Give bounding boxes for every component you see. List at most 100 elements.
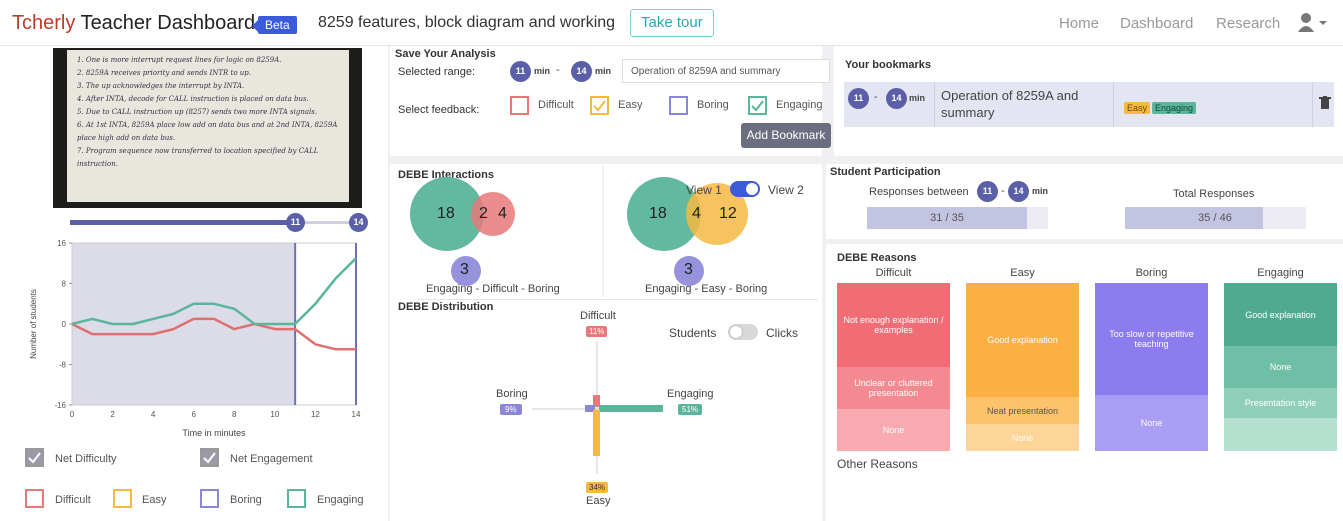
- nav-dashboard[interactable]: Dashboard: [1120, 15, 1193, 32]
- course-title: 8259 features, block diagram and working: [318, 14, 616, 31]
- view-toggle-knob: [746, 183, 758, 195]
- participation-dash: -: [1001, 185, 1005, 197]
- note-line: 1. One is more interrupt request lines f…: [77, 56, 282, 64]
- reasons-easy-header: Easy: [1010, 267, 1035, 279]
- reasons-panel: DEBE Reasons Difficult Easy Boring Engag…: [826, 244, 1343, 521]
- boring-axis-label: Boring: [496, 388, 528, 400]
- engaging-axis-label: Engaging: [667, 388, 714, 400]
- reason-cell: Too slow or repetitive teaching: [1095, 283, 1208, 395]
- note-line: 2. 8259A receives priority and sends INT…: [77, 69, 252, 77]
- reason-cell: None: [1095, 395, 1208, 451]
- feedback-engaging-label: Engaging: [776, 99, 823, 111]
- reason-cell: None: [966, 424, 1079, 451]
- total-progress-track: 35 / 46: [1125, 207, 1306, 229]
- reasons-difficult-column: Not enough explanation / examples Unclea…: [837, 283, 950, 451]
- take-tour-button[interactable]: Take tour: [630, 9, 714, 37]
- range-start-badge: 11: [510, 61, 531, 82]
- range-dash: -: [556, 64, 560, 76]
- lecture-video[interactable]: 1. One is more interrupt request lines f…: [53, 48, 362, 208]
- feedback-difficult-label: Difficult: [538, 99, 574, 111]
- difficult-checkbox[interactable]: [25, 489, 44, 508]
- slider-end-handle[interactable]: 14: [349, 213, 368, 232]
- note-line: 7. Program sequence now transferred to l…: [77, 147, 319, 168]
- feedback-easy-label: Easy: [618, 99, 643, 111]
- net-difficulty-checkbox[interactable]: [25, 448, 44, 467]
- timeline-slider[interactable]: 11 14: [70, 213, 368, 232]
- venn2-caption: Engaging - Easy - Boring: [645, 283, 768, 295]
- bookmarks-title: Your bookmarks: [845, 59, 931, 71]
- y-tick-label: -8: [59, 361, 67, 370]
- add-bookmark-button[interactable]: Add Bookmark: [741, 123, 831, 148]
- note-line: 6. At 1st INTA, 8259A place low add on d…: [77, 121, 338, 142]
- venn2-left-value: 18: [649, 205, 667, 222]
- y-tick-label: 0: [62, 320, 67, 329]
- reason-cell: Presentation style: [1224, 388, 1337, 418]
- range-progress-track: 31 / 35: [867, 207, 1048, 229]
- user-icon: [1298, 13, 1327, 32]
- x-tick-label: 14: [352, 410, 361, 419]
- venn1-mid-value: 2: [479, 205, 488, 222]
- feedback-engaging-checkbox[interactable]: [748, 96, 767, 115]
- check-icon: [751, 100, 764, 112]
- participation-panel: Student Participation Responses between …: [826, 164, 1343, 239]
- top-bar: Tcherly Teacher Dashboard Beta 8259 feat…: [0, 0, 1343, 46]
- feedback-boring-checkbox[interactable]: [669, 96, 688, 115]
- bookmark-row[interactable]: 11 - 14 min Operation of 8259A and summa…: [844, 82, 1334, 127]
- note-line: 5. Due to CALL instruction up (8257) sen…: [77, 108, 318, 116]
- easy-checkbox[interactable]: [113, 489, 132, 508]
- engaging-label: Engaging: [317, 494, 364, 506]
- x-axis-label: Time in minutes: [182, 428, 246, 438]
- participation-end-badge: 14: [1008, 181, 1029, 202]
- reason-cell: Good explanation: [966, 283, 1079, 397]
- range-end-badge: 14: [571, 61, 592, 82]
- note-line: 3. The up acknowledges the interrupt by …: [77, 82, 245, 90]
- tag-easy: Easy: [1124, 102, 1151, 114]
- view-toggle[interactable]: [730, 181, 760, 197]
- difficult-axis-label: Difficult: [580, 310, 616, 322]
- reasons-title: DEBE Reasons: [837, 252, 917, 264]
- view1-label: View 1: [686, 183, 722, 197]
- responses-between-label: Responses between: [869, 186, 969, 198]
- participation-unit: min: [1032, 186, 1049, 196]
- user-menu[interactable]: [1298, 12, 1328, 37]
- net-engagement-checkbox[interactable]: [200, 448, 219, 467]
- nav-home[interactable]: Home: [1059, 15, 1099, 32]
- reasons-boring-column: Too slow or repetitive teaching None: [1095, 283, 1208, 451]
- nav-research[interactable]: Research: [1216, 15, 1280, 32]
- x-tick-label: 6: [191, 410, 196, 419]
- slider-start-handle[interactable]: 11: [286, 213, 305, 232]
- x-tick-label: 12: [311, 410, 320, 419]
- reasons-boring-header: Boring: [1135, 267, 1168, 279]
- venn1-difficult-circle: [471, 192, 515, 236]
- trash-icon[interactable]: [1319, 96, 1331, 110]
- feedback-easy-checkbox[interactable]: [590, 96, 609, 115]
- reasons-engaging-header: Engaging: [1257, 267, 1304, 279]
- venn1-right-value: 4: [498, 205, 507, 222]
- interactions-panel: DEBE Interactions 18 2 4 3 Engaging - Di…: [390, 164, 822, 299]
- x-tick-label: 2: [110, 410, 115, 419]
- other-reasons-label: Other Reasons: [837, 457, 918, 471]
- easy-label: Easy: [142, 494, 167, 506]
- tag-engaging: Engaging: [1152, 102, 1197, 114]
- boring-checkbox[interactable]: [200, 489, 219, 508]
- left-panel: 1. One is more interrupt request lines f…: [0, 46, 388, 521]
- reason-cell: None: [837, 409, 950, 451]
- boring-label: Boring: [230, 494, 262, 506]
- select-feedback-label: Select feedback:: [398, 104, 480, 116]
- brand-name: Tcherly: [12, 12, 76, 34]
- check-icon: [28, 452, 41, 464]
- venn2-mid-value: 4: [692, 205, 701, 222]
- bookmark-unit: min: [909, 93, 926, 103]
- range-start-unit: min: [534, 66, 551, 76]
- bookmark-start-badge: 11: [848, 88, 869, 109]
- difficult-pct: 11%: [586, 326, 608, 337]
- feedback-difficult-checkbox[interactable]: [510, 96, 529, 115]
- venn1-left-value: 18: [437, 205, 455, 222]
- engaging-checkbox[interactable]: [287, 489, 306, 508]
- net-difficulty-label: Net Difficulty: [55, 453, 117, 465]
- bookmark-note-input[interactable]: [622, 59, 830, 83]
- save-analysis-panel: Save Your Analysis Selected range: 11 mi…: [390, 46, 831, 156]
- net-line-chart: 16 8 0 -8 -16 0 2 4 6 8 10 12 14 Number of students Ti…: [29, 239, 361, 438]
- selected-range-label: Selected range:: [398, 66, 476, 78]
- notes-page: 1. One is more interrupt request lines f…: [67, 50, 349, 202]
